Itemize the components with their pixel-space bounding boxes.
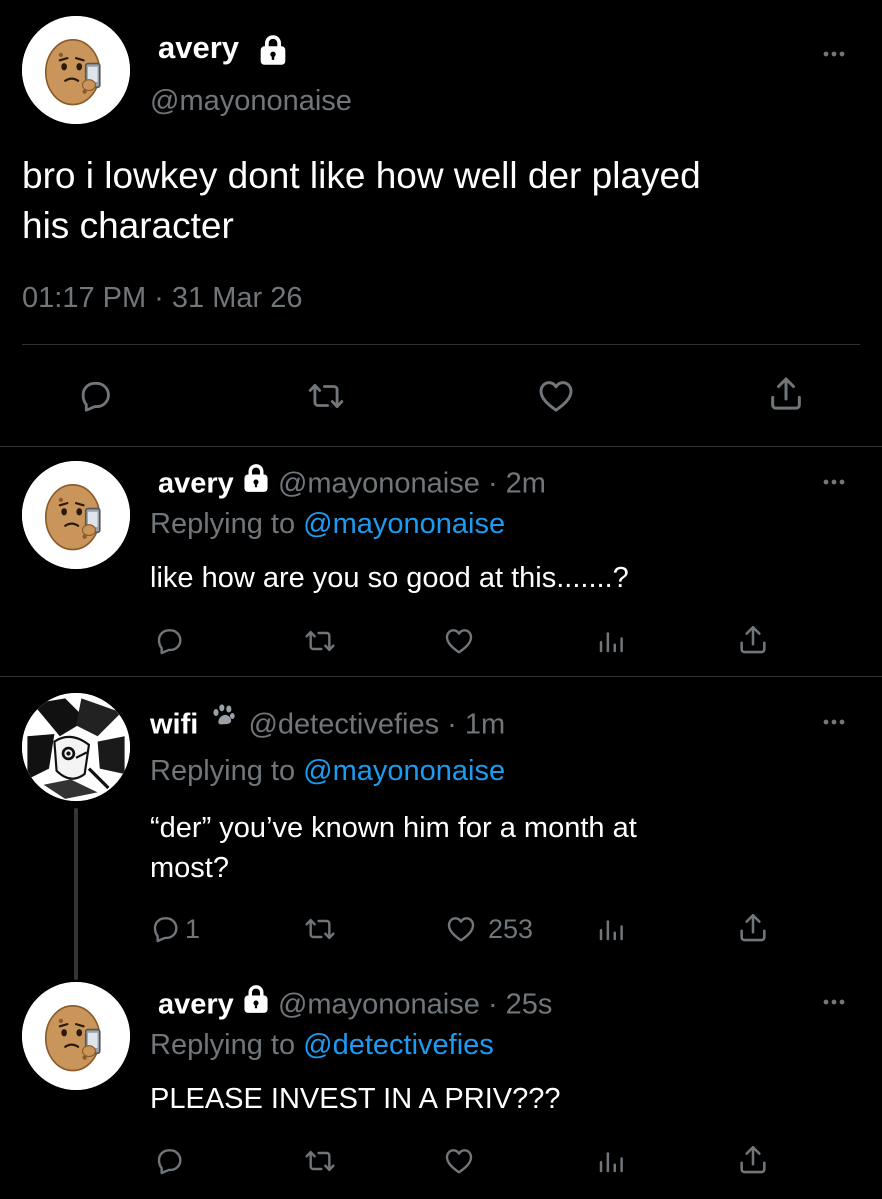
time-ago: · 2m bbox=[487, 467, 546, 500]
lock-icon bbox=[242, 984, 270, 1022]
time-ago: · 25s bbox=[487, 988, 553, 1021]
divider bbox=[0, 446, 882, 447]
thread-connector bbox=[74, 808, 78, 980]
tweet-text: like how are you so good at this.......? bbox=[150, 562, 629, 594]
views-icon[interactable] bbox=[596, 1145, 626, 1177]
handle[interactable]: @mayononaise bbox=[150, 85, 352, 118]
handle[interactable]: @detectivefies bbox=[248, 709, 439, 741]
more-options-icon[interactable] bbox=[822, 478, 846, 486]
replying-to-link[interactable]: @detectivefies bbox=[303, 1029, 494, 1061]
replying-to-link[interactable]: @mayononaise bbox=[303, 508, 505, 540]
display-name[interactable]: avery bbox=[158, 989, 234, 1021]
like-icon[interactable] bbox=[443, 1145, 475, 1177]
tweet-text: bro i lowkey dont like how well der play… bbox=[22, 151, 701, 251]
avatar[interactable] bbox=[22, 16, 130, 124]
tweet-text-line: his character bbox=[22, 205, 234, 246]
tweet-text-line: “der” you’ve known him for a month at bbox=[150, 812, 637, 844]
tweet-text-line: bro i lowkey dont like how well der play… bbox=[22, 155, 701, 196]
tweet-header: wifi @detectivefies · 1m bbox=[150, 708, 505, 744]
reply-icon[interactable] bbox=[76, 377, 114, 415]
avatar[interactable] bbox=[22, 693, 130, 801]
reply-icon[interactable] bbox=[153, 625, 185, 657]
time-ago: · 1m bbox=[447, 708, 506, 741]
replying-to: Replying to @detectivefies bbox=[150, 1029, 494, 1062]
replying-prefix: Replying to bbox=[150, 1029, 296, 1061]
lock-icon bbox=[258, 34, 288, 71]
retweet-icon[interactable] bbox=[303, 625, 337, 657]
tweet-text: PLEASE INVEST IN A PRIV??? bbox=[150, 1083, 561, 1115]
replying-to: Replying to @mayononaise bbox=[150, 755, 505, 788]
more-options-icon[interactable] bbox=[822, 998, 846, 1006]
more-options-icon[interactable] bbox=[822, 50, 846, 58]
handle[interactable]: @mayononaise bbox=[278, 989, 480, 1021]
reply-icon[interactable] bbox=[149, 913, 181, 945]
display-name[interactable]: avery bbox=[158, 30, 239, 66]
like-icon[interactable] bbox=[536, 376, 576, 416]
share-icon[interactable] bbox=[736, 911, 770, 945]
tweet-text: “der” you’ve known him for a month at mo… bbox=[150, 808, 637, 888]
replying-to: Replying to @mayononaise bbox=[150, 508, 505, 541]
divider bbox=[22, 344, 860, 345]
retweet-icon[interactable] bbox=[303, 1145, 337, 1177]
timestamp: 01:17 PM · 31 Mar 26 bbox=[22, 282, 303, 314]
handle[interactable]: @mayononaise bbox=[278, 468, 480, 500]
like-icon[interactable] bbox=[445, 913, 477, 945]
views-icon[interactable] bbox=[596, 913, 626, 945]
display-name[interactable]: wifi bbox=[150, 709, 198, 741]
retweet-icon[interactable] bbox=[303, 913, 337, 945]
display-name[interactable]: avery bbox=[158, 468, 234, 500]
reply-count: 1 bbox=[185, 914, 201, 944]
reply-icon[interactable] bbox=[153, 1145, 185, 1177]
retweet-icon[interactable] bbox=[306, 377, 346, 415]
share-icon[interactable] bbox=[766, 374, 806, 414]
like-count: 253 bbox=[488, 914, 534, 944]
replying-prefix: Replying to bbox=[150, 755, 296, 787]
more-options-icon[interactable] bbox=[822, 718, 846, 726]
paw-icon bbox=[206, 702, 240, 738]
avatar[interactable] bbox=[22, 461, 130, 569]
divider bbox=[0, 676, 882, 677]
avatar[interactable] bbox=[22, 982, 130, 1090]
tweet-header: avery @mayononaise · 2m bbox=[158, 466, 546, 504]
replying-prefix: Replying to bbox=[150, 508, 296, 540]
tweet-text-line: most? bbox=[150, 852, 229, 884]
views-icon[interactable] bbox=[596, 625, 626, 657]
replying-to-link[interactable]: @mayononaise bbox=[303, 755, 505, 787]
tweet-header: avery @mayononaise · 25s bbox=[158, 987, 552, 1025]
like-icon[interactable] bbox=[443, 625, 475, 657]
share-icon[interactable] bbox=[736, 623, 770, 657]
lock-icon bbox=[242, 463, 270, 501]
share-icon[interactable] bbox=[736, 1143, 770, 1177]
